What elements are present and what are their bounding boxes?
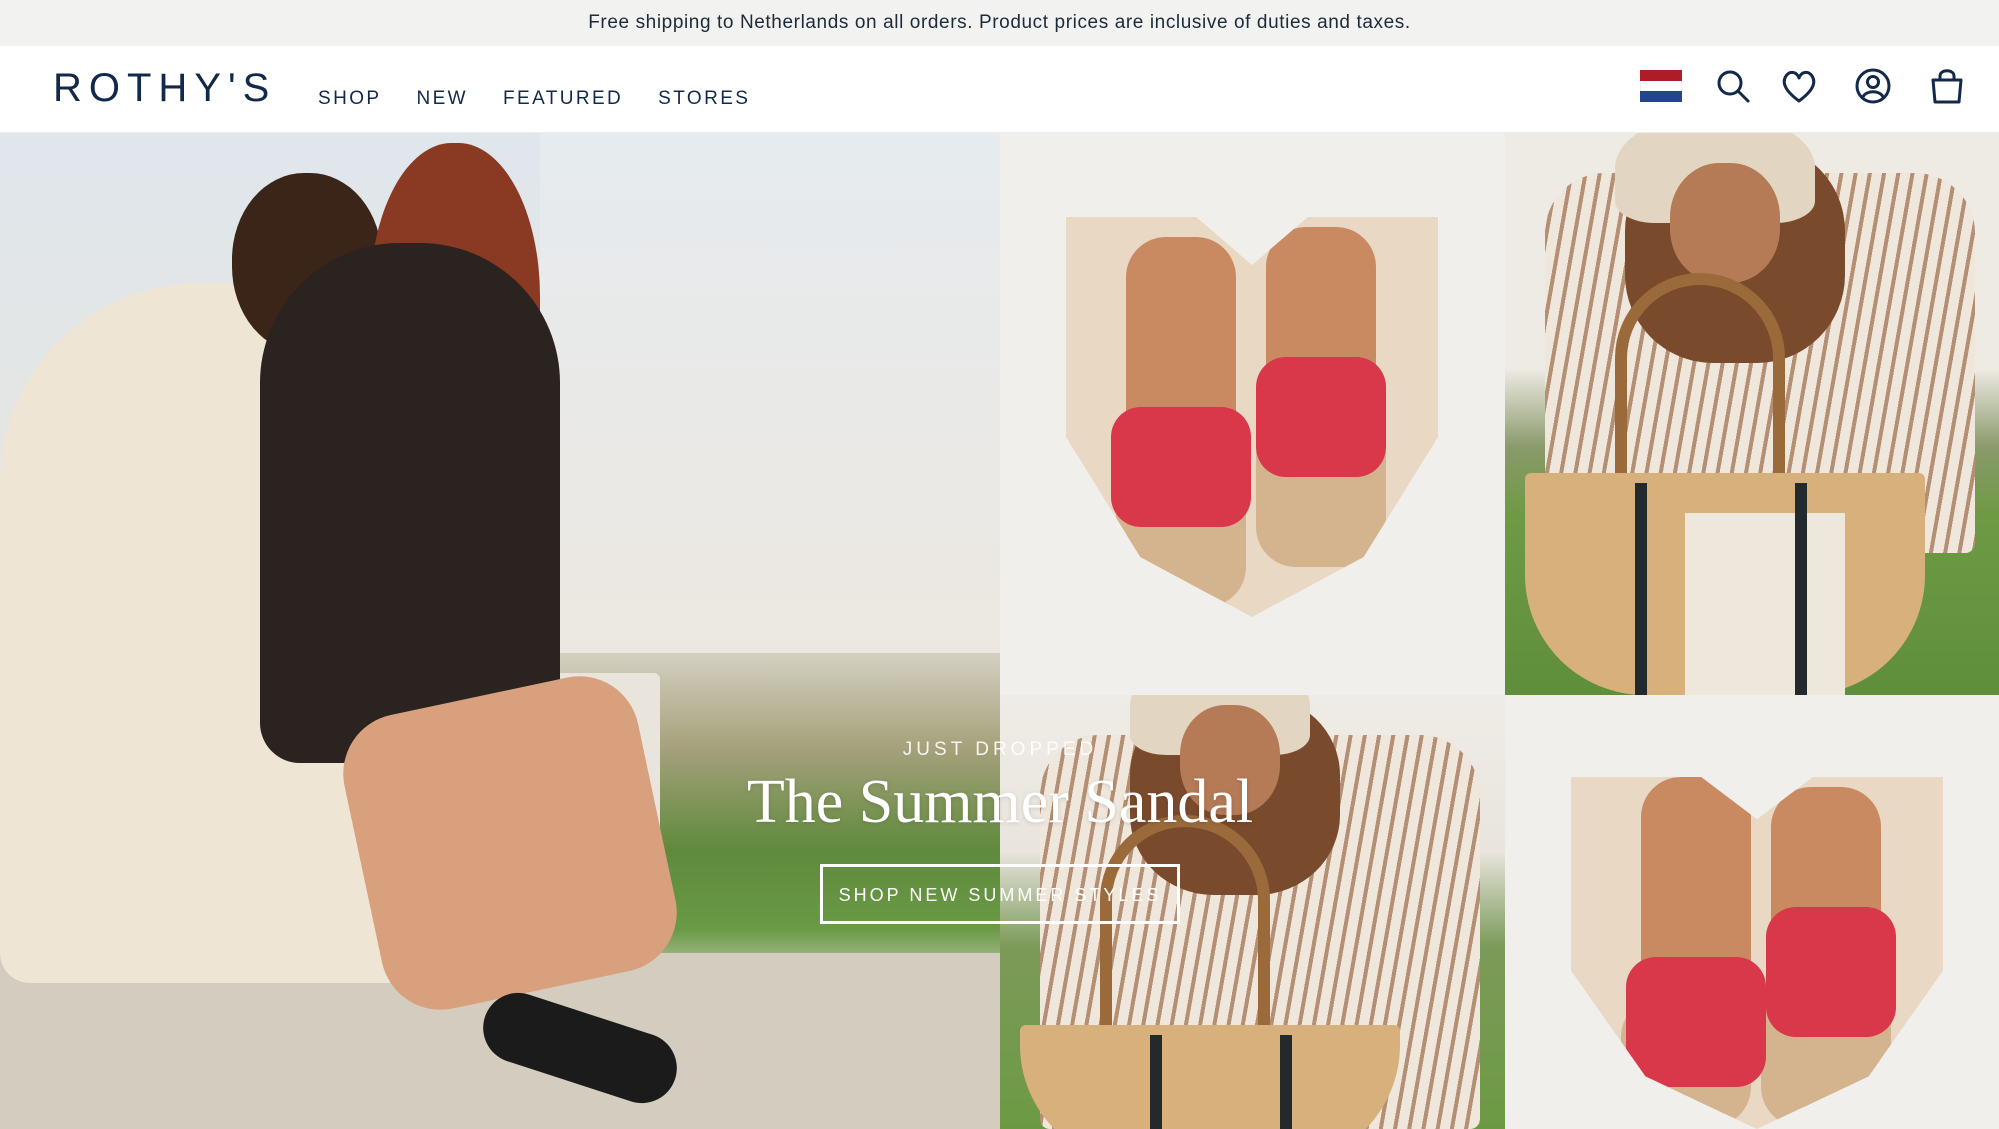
- nav-item-shop[interactable]: SHOP: [318, 88, 381, 110]
- hero-copy: JUST DROPPED The Summer Sandal SHOP NEW …: [600, 603, 1400, 924]
- nav-item-featured[interactable]: FEATURED: [503, 88, 623, 110]
- heart-icon[interactable]: [1777, 64, 1821, 108]
- hero-headline: The Summer Sandal: [746, 768, 1254, 836]
- header-icons: [1640, 64, 1969, 108]
- bag-icon[interactable]: [1925, 64, 1969, 108]
- woman-with-basket-photo: [1505, 133, 1999, 695]
- hero-banner[interactable]: JUST DROPPED The Summer Sandal SHOP NEW …: [0, 133, 1999, 1129]
- search-icon[interactable]: [1711, 64, 1755, 108]
- netherlands-flag-icon[interactable]: [1640, 70, 1682, 103]
- nav-item-stores[interactable]: STORES: [658, 88, 750, 110]
- shop-summer-styles-button[interactable]: SHOP NEW SUMMER STYLES: [820, 864, 1180, 924]
- sandal-closeup-photo-2: [1505, 695, 1999, 1129]
- nav-item-new[interactable]: NEW: [416, 88, 468, 110]
- main-nav: SHOP NEW FEATURED STORES: [318, 88, 750, 110]
- announcement-text: Free shipping to Netherlands on all orde…: [588, 12, 1411, 33]
- announcement-bar: Free shipping to Netherlands on all orde…: [0, 0, 1999, 46]
- brand-logo[interactable]: ROTHY'S: [53, 66, 276, 111]
- hero-kicker: JUST DROPPED: [902, 739, 1098, 760]
- site-header: ROTHY'S SHOP NEW FEATURED STORES: [0, 46, 1999, 133]
- account-icon[interactable]: [1851, 64, 1895, 108]
